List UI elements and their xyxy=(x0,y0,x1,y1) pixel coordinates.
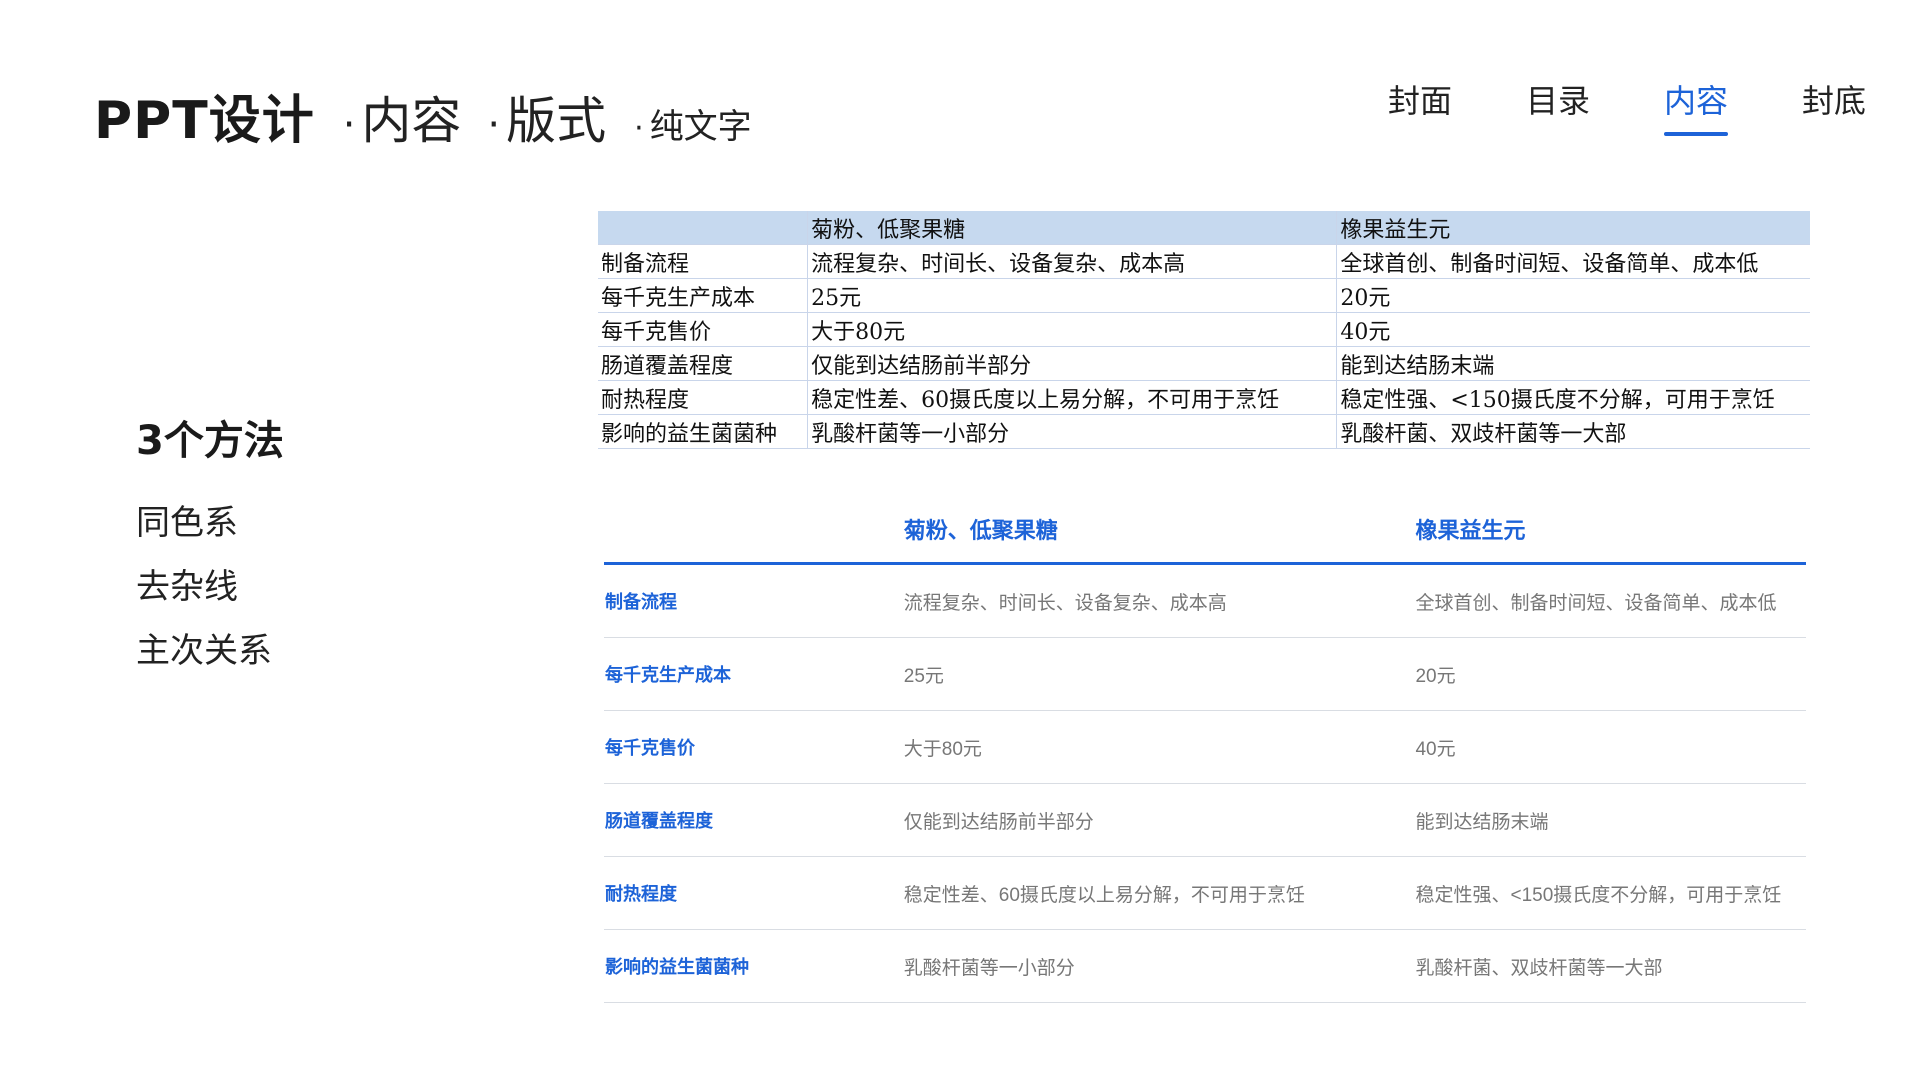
table-row-label: 肠道覆盖程度 xyxy=(604,783,903,857)
slide-page: PPT设计 · 内容 · 版式 · 纯文字 封面 目录 内容 封底 3个方法 同… xyxy=(0,0,1920,1080)
table-header-row: 菊粉、低聚果糖 橡果益生元 xyxy=(598,211,1810,245)
table-cell: 肠道覆盖程度 xyxy=(598,346,809,381)
table-cell: 仅能到达结肠前半部分 xyxy=(902,783,1415,857)
nav-item-content[interactable]: 内容 xyxy=(1663,76,1728,136)
nav-item-back-cover[interactable]: 封底 xyxy=(1802,76,1866,130)
table-row: 影响的益生菌菌种 乳酸杆菌等一小部分 乳酸杆菌、双歧杆菌等一大部 xyxy=(598,414,1810,449)
top-nav: 封面 目录 内容 封底 xyxy=(1314,76,1866,136)
nav-item-cover[interactable]: 封面 xyxy=(1388,76,1452,130)
table-cell: 稳定性强、<150摄氏度不分解，可用于烹饪 xyxy=(1414,856,1806,930)
table-cell: 每千克售价 xyxy=(598,312,809,347)
breadcrumb-dot: · xyxy=(634,111,644,146)
table-cell: 流程复杂、时间长、设备复杂、成本高 xyxy=(807,244,1338,279)
breadcrumb-label: 纯文字 xyxy=(649,107,752,147)
methods-title: 3个方法 xyxy=(136,418,284,464)
table-row: 影响的益生菌菌种 乳酸杆菌等一小部分 乳酸杆菌、双歧杆菌等一大部 xyxy=(604,929,1806,1003)
table-cell: 每千克生产成本 xyxy=(598,278,809,313)
page-title-row: PPT设计 · 内容 · 版式 · 纯文字 xyxy=(94,78,752,153)
breadcrumb-label: 版式 xyxy=(506,92,607,150)
page-title: PPT设计 xyxy=(94,91,315,151)
breadcrumb-dot: · xyxy=(487,102,501,148)
table-row-label: 影响的益生菌菌种 xyxy=(604,929,903,1003)
table-cell: 全球首创、制备时间短、设备简单、成本低 xyxy=(1336,244,1810,279)
table-row: 制备流程 流程复杂、时间长、设备复杂、成本高 全球首创、制备时间短、设备简单、成… xyxy=(598,244,1810,279)
table-cell: 25元 xyxy=(807,278,1338,313)
table-cell: 20元 xyxy=(1414,637,1806,711)
table-cell: 能到达结肠末端 xyxy=(1336,346,1810,381)
table-cell: 能到达结肠末端 xyxy=(1414,783,1806,857)
table-cell: 影响的益生菌菌种 xyxy=(598,414,809,449)
table-cell: 稳定性差、60摄氏度以上易分解，不可用于烹饪 xyxy=(902,856,1415,930)
table-row: 肠道覆盖程度 仅能到达结肠前半部分 能到达结肠末端 xyxy=(598,346,1810,381)
table-row-label: 制备流程 xyxy=(604,563,903,638)
table-cell: 稳定性差、60摄氏度以上易分解，不可用于烹饪 xyxy=(807,380,1338,415)
table-cell: 制备流程 xyxy=(598,244,809,279)
table-header-cell xyxy=(604,496,903,565)
table-cell: 20元 xyxy=(1336,278,1810,313)
table-header-cell: 菊粉、低聚果糖 xyxy=(902,496,1415,565)
table-cell: 乳酸杆菌等一小部分 xyxy=(902,929,1415,1003)
table-cell: 40元 xyxy=(1414,710,1806,784)
table-row: 每千克生产成本 25元 20元 xyxy=(598,278,1810,313)
table-row-label: 耐热程度 xyxy=(604,856,903,930)
table-row: 耐热程度 稳定性差、60摄氏度以上易分解，不可用于烹饪 稳定性强、<150摄氏度… xyxy=(598,380,1810,415)
table-cell: 稳定性强、<150摄氏度不分解，可用于烹饪 xyxy=(1336,380,1810,415)
table-row-label: 每千克生产成本 xyxy=(604,637,903,711)
table-cell: 25元 xyxy=(902,637,1415,711)
methods-list: 同色系 去杂线 主次关系 xyxy=(136,500,272,692)
table-row-label: 每千克售价 xyxy=(604,710,903,784)
table-cell: 乳酸杆菌、双歧杆菌等一大部 xyxy=(1336,414,1810,449)
table-header-cell: 菊粉、低聚果糖 xyxy=(807,211,1338,245)
table-before: 菊粉、低聚果糖 橡果益生元 制备流程 流程复杂、时间长、设备复杂、成本高 全球首… xyxy=(598,211,1810,449)
breadcrumb-item-layout: · 版式 xyxy=(487,81,606,153)
table-row: 制备流程 流程复杂、时间长、设备复杂、成本高 全球首创、制备时间短、设备简单、成… xyxy=(604,563,1806,638)
table-header-cell: 橡果益生元 xyxy=(1336,211,1810,245)
table-cell: 全球首创、制备时间短、设备简单、成本低 xyxy=(1414,563,1806,638)
table-cell: 仅能到达结肠前半部分 xyxy=(807,346,1338,381)
table-row: 肠道覆盖程度 仅能到达结肠前半部分 能到达结肠末端 xyxy=(604,783,1806,857)
nav-item-toc[interactable]: 目录 xyxy=(1526,76,1590,130)
table-cell: 流程复杂、时间长、设备复杂、成本高 xyxy=(902,563,1415,638)
table-cell: 乳酸杆菌、双歧杆菌等一大部 xyxy=(1414,929,1806,1003)
table-after: 菊粉、低聚果糖 橡果益生元 制备流程 流程复杂、时间长、设备复杂、成本高 全球首… xyxy=(604,496,1806,1003)
table-cell: 耐热程度 xyxy=(598,380,809,415)
table-cell: 40元 xyxy=(1336,312,1810,347)
breadcrumb-label: 内容 xyxy=(361,92,462,150)
table-row: 耐热程度 稳定性差、60摄氏度以上易分解，不可用于烹饪 稳定性强、<150摄氏度… xyxy=(604,856,1806,930)
table-row: 每千克售价 大于80元 40元 xyxy=(598,312,1810,347)
table-row: 每千克生产成本 25元 20元 xyxy=(604,637,1806,711)
table-cell: 大于80元 xyxy=(807,312,1338,347)
method-item: 同色系 xyxy=(136,503,238,543)
method-item: 主次关系 xyxy=(136,631,272,671)
table-header-cell xyxy=(598,211,809,245)
table-header-row: 菊粉、低聚果糖 橡果益生元 xyxy=(604,496,1806,565)
method-item: 去杂线 xyxy=(136,567,238,607)
breadcrumb-item-text-only: · 纯文字 xyxy=(634,99,752,148)
breadcrumb-item-content: · 内容 xyxy=(343,81,462,153)
table-header-cell: 橡果益生元 xyxy=(1414,496,1806,565)
table-row: 每千克售价 大于80元 40元 xyxy=(604,710,1806,784)
table-cell: 乳酸杆菌等一小部分 xyxy=(807,414,1338,449)
table-cell: 大于80元 xyxy=(902,710,1415,784)
breadcrumb-dot: · xyxy=(342,102,356,148)
